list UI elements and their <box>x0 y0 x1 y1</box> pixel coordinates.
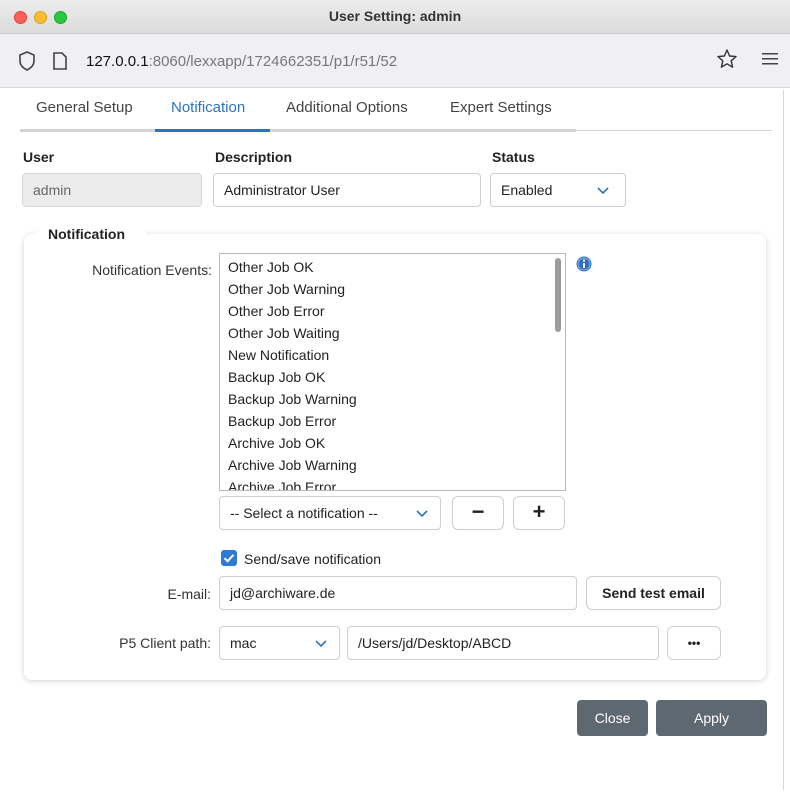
hamburger-menu-icon[interactable] <box>762 52 778 66</box>
active-tab-indicator <box>155 129 270 132</box>
list-item[interactable]: Other Job Error <box>228 303 324 319</box>
tab-notification[interactable]: Notification <box>171 98 245 132</box>
url-field[interactable]: 127.0.0.1:8060/lexxapp/1724662351/p1/r51… <box>86 53 397 70</box>
client-path-field[interactable]: /Users/jd/Desktop/ABCD <box>347 626 659 660</box>
tab-general-setup[interactable]: General Setup <box>36 98 133 132</box>
email-label: E-mail: <box>167 586 211 602</box>
window-right-edge <box>783 90 784 790</box>
send-save-label: Send/save notification <box>244 551 381 567</box>
remove-notification-button[interactable]: − <box>452 496 504 530</box>
send-test-email-button[interactable]: Send test email <box>586 576 721 610</box>
chevron-down-icon <box>597 187 609 195</box>
select-notification-dropdown[interactable]: -- Select a notification -- <box>219 496 441 530</box>
notification-events-list[interactable]: Other Job OK Other Job Warning Other Job… <box>219 253 566 491</box>
select-notification-placeholder: -- Select a notification -- <box>230 505 378 521</box>
info-icon[interactable] <box>576 256 592 272</box>
description-field[interactable]: Administrator User <box>213 173 481 207</box>
notification-events-label: Notification Events: <box>92 262 212 278</box>
list-item[interactable]: Other Job Waiting <box>228 325 340 341</box>
browse-path-button[interactable]: ••• <box>667 626 721 660</box>
close-button[interactable]: Close <box>577 700 648 736</box>
list-item[interactable]: Backup Job Error <box>228 413 336 429</box>
window-titlebar: User Setting: admin <box>0 0 790 34</box>
chevron-down-icon <box>315 640 327 648</box>
list-item[interactable]: Backup Job Warning <box>228 391 357 407</box>
page-icon <box>53 52 67 70</box>
tab-expert-settings[interactable]: Expert Settings <box>450 98 552 132</box>
client-path-label: P5 Client path: <box>119 635 211 651</box>
apply-button[interactable]: Apply <box>656 700 767 736</box>
send-save-checkbox[interactable] <box>221 550 237 566</box>
list-item[interactable]: New Notification <box>228 347 329 363</box>
list-item[interactable]: Other Job Warning <box>228 281 345 297</box>
shield-icon <box>19 51 35 71</box>
list-item[interactable]: Archive Job Error <box>228 479 336 490</box>
list-scrollbar-thumb[interactable] <box>555 258 561 332</box>
tab-additional-options[interactable]: Additional Options <box>286 98 408 132</box>
browser-url-bar: 127.0.0.1:8060/lexxapp/1724662351/p1/r51… <box>0 34 790 88</box>
list-item[interactable]: Other Job OK <box>228 259 314 275</box>
url-path: :8060/lexxapp/1724662351/p1/r51/52 <box>148 53 398 70</box>
chevron-down-icon <box>416 510 428 518</box>
status-select[interactable]: Enabled <box>490 173 626 207</box>
client-os-value: mac <box>230 635 257 651</box>
checkmark-icon <box>223 554 235 563</box>
list-item[interactable]: Archive Job OK <box>228 435 325 451</box>
client-os-select[interactable]: mac <box>219 626 340 660</box>
notification-section-title: Notification <box>48 226 125 242</box>
tabs-divider-extension <box>576 130 772 131</box>
settings-tabs: General Setup Notification Additional Op… <box>20 98 772 132</box>
list-item[interactable]: Archive Job Warning <box>228 457 357 473</box>
user-label: User <box>23 149 55 165</box>
status-label: Status <box>492 149 535 165</box>
list-item[interactable]: Backup Job OK <box>228 369 325 385</box>
user-field: admin <box>22 173 202 207</box>
tabs-divider <box>20 129 576 132</box>
url-host: 127.0.0.1 <box>86 53 149 70</box>
bookmark-star-icon[interactable] <box>716 48 738 70</box>
email-field[interactable]: jd@archiware.de <box>219 576 577 610</box>
status-select-value: Enabled <box>501 182 553 198</box>
add-notification-button[interactable]: + <box>513 496 565 530</box>
description-label: Description <box>215 149 293 165</box>
window-title: User Setting: admin <box>328 8 462 24</box>
